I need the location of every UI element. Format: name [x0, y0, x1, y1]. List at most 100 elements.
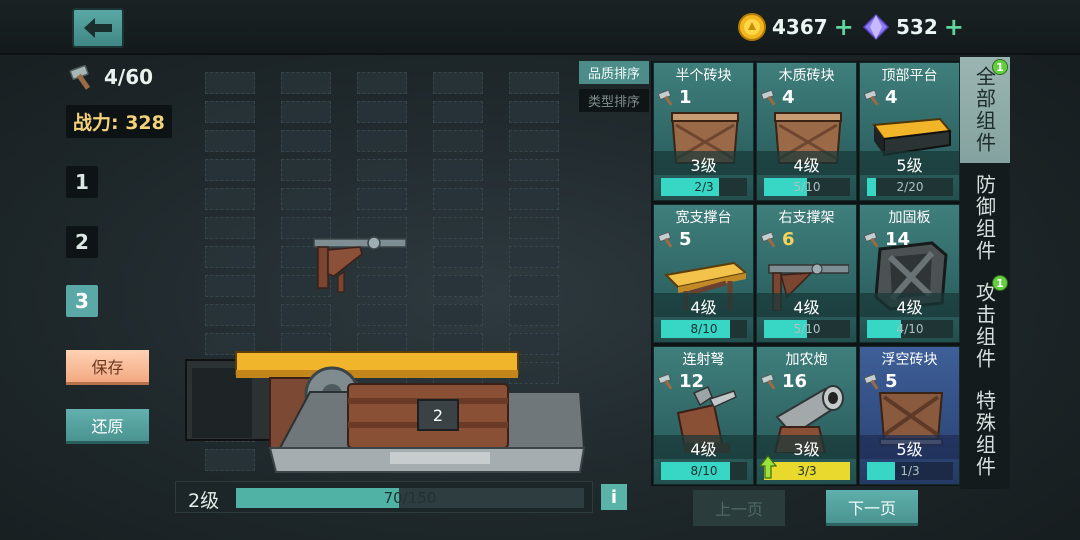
- grid-cell[interactable]: [357, 159, 407, 181]
- sort-by-quality-button[interactable]: 品质排序: [579, 61, 649, 84]
- component-card[interactable]: 加固板 14 4级 4/10: [859, 204, 960, 343]
- hammer-icon: [864, 89, 879, 106]
- grid-cell[interactable]: [357, 130, 407, 152]
- card-level: 3级: [690, 156, 717, 175]
- grid-cell[interactable]: [433, 246, 483, 268]
- card-name: 顶部平台: [881, 68, 938, 84]
- grid-cell[interactable]: [281, 72, 331, 94]
- tab-all-components[interactable]: 全部组件 1: [960, 57, 1010, 163]
- hammer-counter: 4/60: [68, 64, 153, 90]
- slot-button-2[interactable]: 2: [66, 226, 98, 258]
- card-cost: 4: [761, 87, 795, 108]
- grid-cell[interactable]: [509, 217, 559, 239]
- notification-badge: 1: [992, 275, 1008, 291]
- tab-defense-components[interactable]: 防御组件: [960, 165, 1010, 271]
- upgrade-arrow-icon: [759, 455, 777, 479]
- grid-cell[interactable]: [205, 217, 255, 239]
- card-cost-value: 6: [782, 229, 795, 250]
- vehicle-chassis[interactable]: 2: [180, 348, 590, 478]
- grid-cell[interactable]: [433, 188, 483, 210]
- component-card[interactable]: 浮空砖块 5 5级 1/3: [859, 346, 960, 485]
- card-cost: 14: [864, 229, 910, 250]
- info-button[interactable]: i: [601, 484, 627, 510]
- hammer-icon: [761, 373, 776, 390]
- component-card[interactable]: 顶部平台 4 5级 2/20: [859, 62, 960, 201]
- grid-cell[interactable]: [509, 246, 559, 268]
- grid-cell[interactable]: [433, 72, 483, 94]
- grid-cell[interactable]: [433, 275, 483, 297]
- card-name: 木质砖块: [778, 68, 835, 84]
- grid-cell[interactable]: [281, 101, 331, 123]
- card-name: 半个砖块: [675, 68, 732, 84]
- grid-cell[interactable]: [509, 188, 559, 210]
- card-cost: 1: [658, 87, 692, 108]
- notification-badge: 1: [992, 59, 1008, 75]
- card-progress-bar: 5/10: [764, 178, 850, 196]
- restore-button[interactable]: 还原: [66, 409, 149, 444]
- grid-cell[interactable]: [281, 188, 331, 210]
- component-card[interactable]: 连射弩 12 4级 8/10: [653, 346, 754, 485]
- component-card[interactable]: 宽支撑台 5 4级 8/10: [653, 204, 754, 343]
- card-progress-bar: 2/3: [661, 178, 747, 196]
- grid-cell[interactable]: [205, 72, 255, 94]
- gold-counter: 4367 +: [738, 13, 854, 41]
- component-card[interactable]: 加农炮 16 3级 3/3: [756, 346, 857, 485]
- grid-cell[interactable]: [509, 130, 559, 152]
- grid-cell[interactable]: [433, 101, 483, 123]
- gold-amount: 4367: [772, 15, 828, 39]
- grid-cell[interactable]: [205, 246, 255, 268]
- component-card-grid: 半个砖块 1 3级 2/3 木质砖块 4 4级 5/10 顶部平台 4 5级 2/20 宽支撑台 5 4级 8…: [651, 61, 960, 486]
- grid-cell[interactable]: [205, 130, 255, 152]
- card-cost: 12: [658, 371, 704, 392]
- component-card[interactable]: 木质砖块 4 4级 5/10: [756, 62, 857, 201]
- component-card[interactable]: 半个砖块 1 3级 2/3: [653, 62, 754, 201]
- add-gold-button[interactable]: +: [834, 15, 854, 39]
- tab-label: 全部组件: [972, 66, 997, 154]
- card-progress-bar: 5/10: [764, 320, 850, 338]
- next-page-button[interactable]: 下一页: [826, 490, 918, 526]
- component-card[interactable]: 右支撑架 6 4级 5/10: [756, 204, 857, 343]
- add-gems-button[interactable]: +: [944, 15, 964, 39]
- gold-coin-icon: [738, 13, 766, 41]
- tab-attack-components[interactable]: 攻击组件 1: [960, 273, 1010, 379]
- grid-cell[interactable]: [433, 159, 483, 181]
- grid-cell[interactable]: [281, 304, 331, 326]
- grid-cell[interactable]: [357, 101, 407, 123]
- hammer-icon: [761, 231, 776, 248]
- grid-cell[interactable]: [357, 188, 407, 210]
- card-progress-bar: 2/20: [867, 178, 953, 196]
- card-name: 宽支撑台: [675, 210, 732, 226]
- grid-cell[interactable]: [205, 159, 255, 181]
- grid-cell[interactable]: [433, 304, 483, 326]
- grid-cell[interactable]: [357, 72, 407, 94]
- grid-cell[interactable]: [509, 72, 559, 94]
- grid-cell[interactable]: [509, 101, 559, 123]
- sort-by-type-button[interactable]: 类型排序: [579, 89, 649, 112]
- prev-page-button[interactable]: 上一页: [693, 490, 785, 526]
- exp-track: 70/150: [236, 488, 584, 508]
- grid-cell[interactable]: [205, 101, 255, 123]
- card-level: 4级: [690, 298, 717, 317]
- grid-cell[interactable]: [357, 304, 407, 326]
- grid-cell[interactable]: [433, 217, 483, 239]
- card-name: 加农炮: [785, 352, 828, 368]
- grid-cell[interactable]: [205, 275, 255, 297]
- slot-button-1[interactable]: 1: [66, 166, 98, 198]
- grid-cell[interactable]: [205, 304, 255, 326]
- grid-cell[interactable]: [509, 159, 559, 181]
- exp-text: 70/150: [383, 489, 437, 507]
- save-button[interactable]: 保存: [66, 350, 149, 385]
- card-name: 连射弩: [682, 352, 725, 368]
- tab-special-components[interactable]: 特殊组件: [960, 381, 1010, 487]
- grid-cell[interactable]: [509, 304, 559, 326]
- grid-cell[interactable]: [281, 130, 331, 152]
- grid-cell[interactable]: [281, 159, 331, 181]
- placed-bracket-part[interactable]: [312, 236, 408, 294]
- card-level: 5级: [896, 156, 923, 175]
- back-button[interactable]: [72, 8, 124, 48]
- hammer-icon: [658, 89, 673, 106]
- grid-cell[interactable]: [433, 130, 483, 152]
- grid-cell[interactable]: [205, 188, 255, 210]
- grid-cell[interactable]: [509, 275, 559, 297]
- slot-button-3[interactable]: 3: [66, 285, 98, 317]
